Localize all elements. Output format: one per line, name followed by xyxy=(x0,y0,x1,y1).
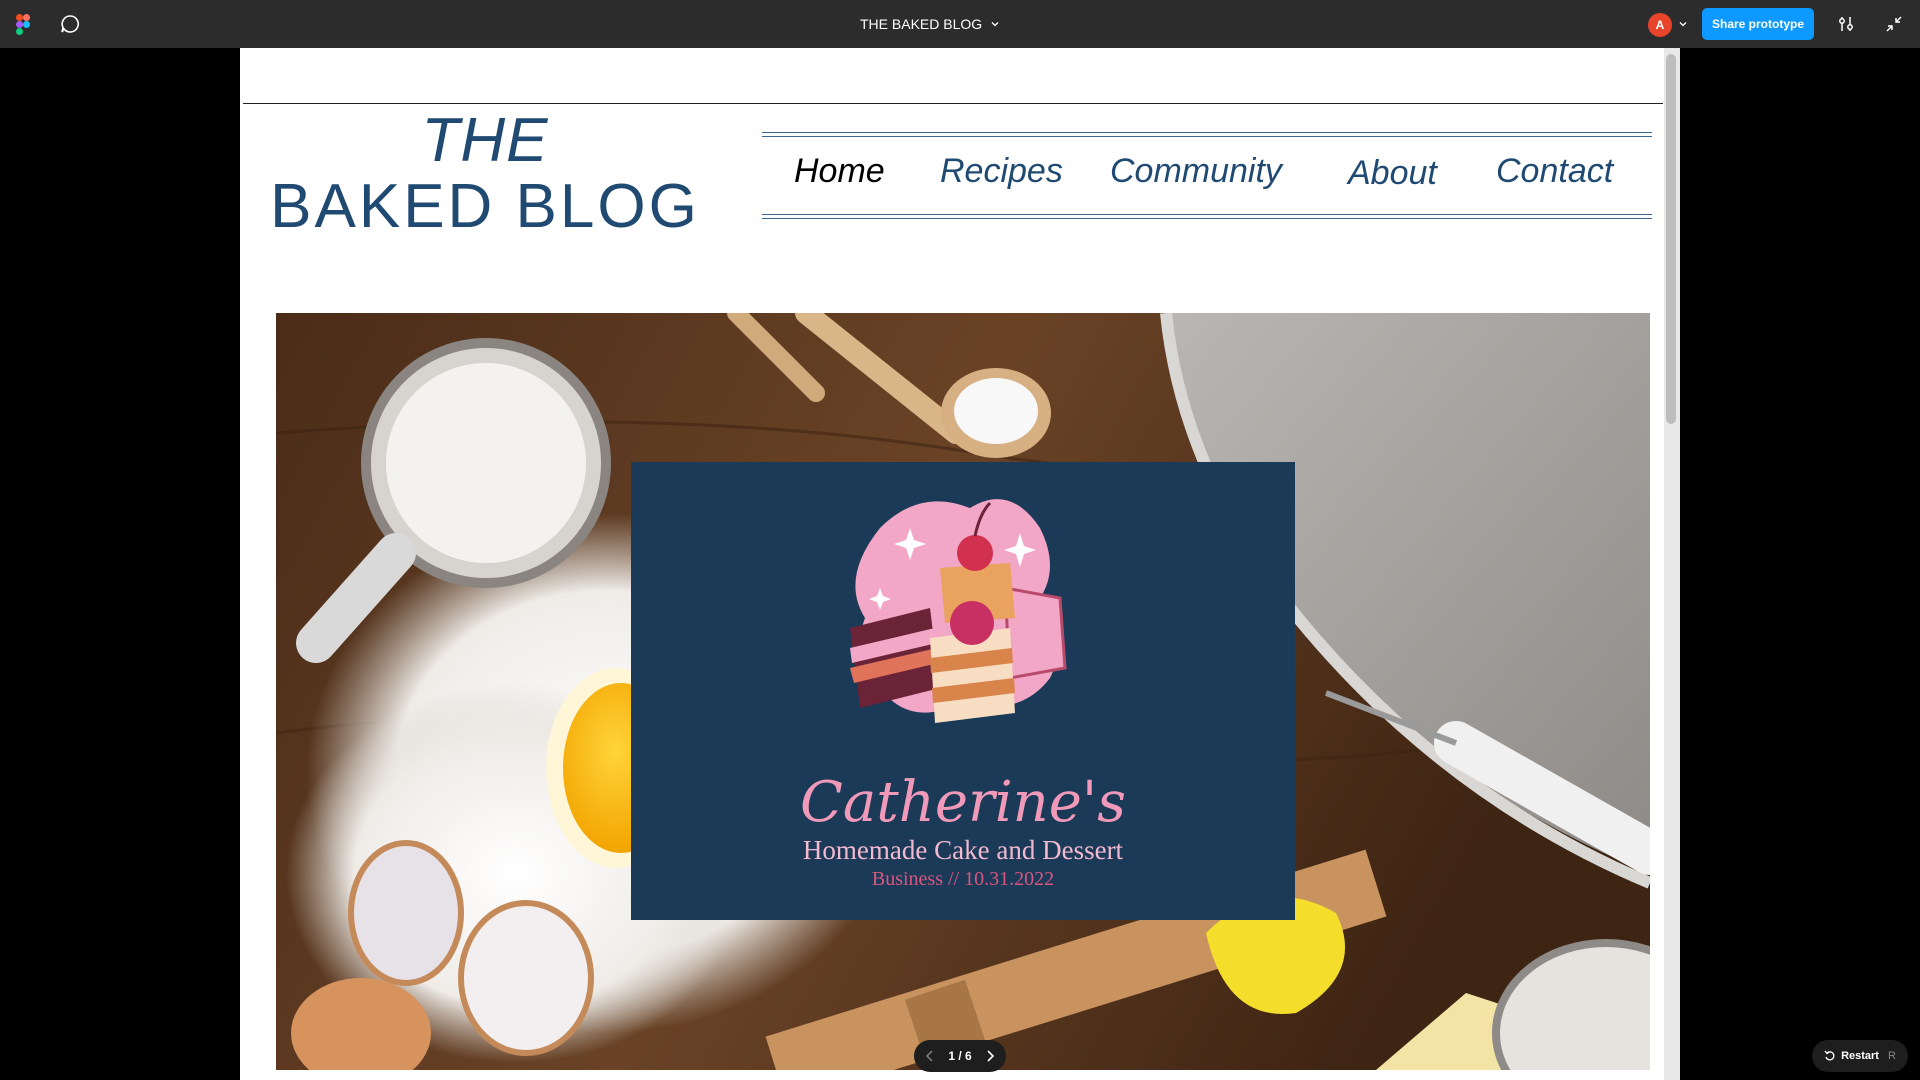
nav-item-home[interactable]: Home xyxy=(794,152,885,191)
nav-item-contact[interactable]: Contact xyxy=(1496,152,1613,191)
nav-item-recipes[interactable]: Recipes xyxy=(940,152,1063,191)
site-logo[interactable]: THE BAKED BLOG xyxy=(250,108,720,239)
restart-label: Restart xyxy=(1841,1050,1879,1062)
restart-shortcut: R xyxy=(1887,1050,1896,1062)
file-title: THE BAKED BLOG xyxy=(860,16,983,32)
frame-scrollbar-thumb[interactable] xyxy=(1666,54,1676,424)
comment-icon[interactable] xyxy=(60,14,80,34)
chevron-down-icon[interactable] xyxy=(1678,19,1688,29)
prototype-frame: THE BAKED BLOG Home Recipes Community Ab… xyxy=(240,48,1664,1080)
nav-item-about[interactable]: About xyxy=(1348,154,1437,193)
chevron-down-icon xyxy=(991,22,999,27)
card-subtitle: Homemade Cake and Dessert xyxy=(802,835,1124,865)
nav-bottom-rule xyxy=(762,214,1652,219)
logo-line-1: THE xyxy=(421,106,549,175)
main-navigation: Home Recipes Community About Contact xyxy=(762,132,1652,222)
logo-line-2: BAKED BLOG xyxy=(270,171,700,241)
settings-sliders-icon[interactable] xyxy=(1836,14,1856,34)
restart-button[interactable]: Restart R xyxy=(1812,1040,1908,1072)
card-tagline: Business // 10.31.2022 xyxy=(871,868,1055,890)
top-divider xyxy=(243,103,1663,104)
page-navigator: 1 / 6 xyxy=(914,1040,1006,1072)
collapse-icon[interactable] xyxy=(1884,14,1904,34)
file-title-dropdown[interactable]: THE BAKED BLOG xyxy=(860,0,1000,48)
nav-item-community[interactable]: Community xyxy=(1110,152,1282,191)
user-avatar[interactable]: A xyxy=(1648,13,1672,37)
cake-illustration-icon xyxy=(850,499,1067,723)
chevron-right-icon[interactable] xyxy=(982,1048,998,1064)
figma-logo-icon[interactable] xyxy=(16,14,30,35)
card-title: Catherine's xyxy=(800,770,1126,835)
share-prototype-button[interactable]: Share prototype xyxy=(1702,8,1814,40)
prototype-toolbar: THE BAKED BLOG A Share prototype xyxy=(0,0,1920,48)
restart-icon xyxy=(1824,1050,1835,1061)
nav-top-rule xyxy=(762,132,1652,137)
